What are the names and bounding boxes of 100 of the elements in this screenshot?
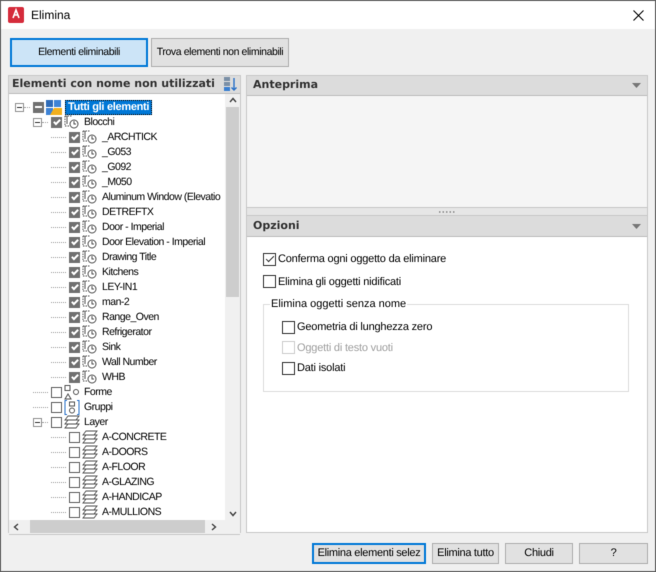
- scroll-right-icon[interactable]: [211, 522, 217, 530]
- tree-item[interactable]: Wall Number: [102, 356, 157, 368]
- tree-item[interactable]: A-HANDICAP: [102, 490, 162, 504]
- collapse-icon[interactable]: [632, 224, 641, 228]
- scroll-up-icon[interactable]: [228, 96, 236, 102]
- tree-item[interactable]: Kitchens: [102, 266, 138, 278]
- collapse-toggle[interactable]: [33, 418, 42, 426]
- tree-item[interactable]: man-2: [102, 296, 130, 308]
- tree-item[interactable]: A-DOORS: [102, 446, 148, 458]
- panel-title: Anteprima: [253, 77, 318, 94]
- block-icon: [82, 160, 98, 174]
- checkbox[interactable]: [69, 326, 80, 338]
- tree-item[interactable]: Tutti gli elementi: [65, 100, 152, 114]
- block-icon: [82, 310, 98, 324]
- tree-item[interactable]: Layer: [84, 416, 108, 428]
- checkbox[interactable]: [33, 102, 44, 112]
- checkbox[interactable]: [69, 266, 80, 278]
- splitter-handle[interactable]: [247, 208, 647, 216]
- tree-item[interactable]: Range_Oven: [102, 310, 159, 324]
- tree-item[interactable]: Sink: [102, 340, 120, 354]
- checkbox[interactable]: [69, 176, 80, 188]
- tree-item[interactable]: Blocchi: [84, 116, 114, 128]
- tree-item[interactable]: LEY-IN1: [102, 280, 138, 294]
- checkbox[interactable]: [69, 222, 80, 232]
- tree-item[interactable]: A-CONCRETE: [102, 430, 166, 444]
- checkbox[interactable]: [69, 462, 80, 472]
- dialog-button[interactable]: ?: [579, 543, 648, 564]
- horizontal-scrollbar[interactable]: [9, 520, 240, 534]
- checkbox[interactable]: [263, 252, 276, 266]
- checkbox[interactable]: [69, 296, 80, 308]
- checkbox[interactable]: [69, 372, 80, 382]
- scroll-thumb[interactable]: [226, 106, 239, 296]
- checkbox[interactable]: [69, 432, 80, 442]
- collapse-toggle[interactable]: [15, 102, 24, 112]
- tree-item[interactable]: WHB: [102, 370, 125, 384]
- tree-item[interactable]: DETREFTX: [102, 206, 154, 218]
- checkbox[interactable]: [282, 320, 295, 334]
- collapse-icon[interactable]: [632, 83, 641, 88]
- block-icon: [82, 220, 98, 234]
- checkbox[interactable]: [51, 386, 62, 398]
- layers-icon: [82, 430, 98, 444]
- tab-button[interactable]: Trova elementi non eliminabili: [151, 38, 289, 67]
- panel-header[interactable]: Anteprima: [247, 76, 647, 96]
- scroll-thumb[interactable]: [30, 520, 205, 533]
- checkbox[interactable]: [69, 492, 80, 502]
- checkbox[interactable]: [69, 206, 80, 218]
- layers-icon: [82, 505, 98, 519]
- tree-item[interactable]: Door - Imperial: [102, 220, 164, 234]
- option-label[interactable]: Dati isolati: [297, 360, 346, 376]
- checkbox[interactable]: [69, 342, 80, 352]
- checkbox[interactable]: [69, 446, 80, 458]
- checkbox[interactable]: [69, 252, 80, 262]
- scroll-left-icon[interactable]: [13, 522, 19, 530]
- checkbox[interactable]: [69, 146, 80, 158]
- close-icon[interactable]: [633, 10, 644, 20]
- block-icon: [82, 295, 98, 309]
- checkbox[interactable]: [69, 192, 80, 202]
- checkbox[interactable]: [263, 275, 276, 288]
- sort-icon[interactable]: [223, 76, 237, 92]
- checkbox[interactable]: [51, 416, 62, 428]
- checkbox[interactable]: [69, 312, 80, 322]
- tree-item[interactable]: A-FLOOR: [102, 460, 146, 474]
- option-label[interactable]: Elimina gli oggetti nidificati: [278, 274, 402, 290]
- tree-item[interactable]: Gruppi: [84, 400, 113, 414]
- dialog-button[interactable]: Elimina elementi selez: [312, 543, 426, 564]
- tab-button[interactable]: Elementi eliminabili: [10, 38, 148, 67]
- tree-item[interactable]: Drawing Title: [102, 250, 156, 264]
- vertical-scrollbar[interactable]: [225, 94, 240, 520]
- checkbox[interactable]: [69, 506, 80, 518]
- block-icon: [82, 235, 98, 249]
- tree-item[interactable]: _M050: [102, 176, 132, 188]
- checkbox[interactable]: [282, 362, 295, 375]
- dialog-button[interactable]: Chiudi: [505, 543, 573, 564]
- app-logo-icon: [8, 7, 24, 23]
- tree-item[interactable]: _G092: [102, 160, 132, 174]
- tree-item[interactable]: Door Elevation - Imperial: [102, 236, 206, 248]
- checkbox[interactable]: [69, 236, 80, 248]
- tree-item[interactable]: A-MULLIONS: [102, 506, 162, 518]
- dialog-button[interactable]: Elimina tutto: [432, 543, 499, 564]
- checkbox[interactable]: [69, 162, 80, 172]
- checkbox[interactable]: [69, 356, 80, 368]
- tree-item[interactable]: Aluminum Window (Elevatio: [102, 190, 220, 204]
- tree-item[interactable]: Refrigerator: [102, 326, 152, 338]
- panel-header[interactable]: Opzioni: [247, 216, 647, 237]
- tree-item[interactable]: Forme: [84, 386, 112, 398]
- collapse-toggle[interactable]: [33, 118, 42, 126]
- tree-item[interactable]: A-GLAZING: [102, 476, 154, 488]
- checkbox[interactable]: [51, 402, 62, 412]
- block-icon: [82, 130, 98, 144]
- checkbox[interactable]: [69, 476, 80, 488]
- block-icon: [82, 340, 98, 354]
- panel-title: Opzioni: [253, 218, 300, 234]
- scroll-down-icon[interactable]: [228, 510, 236, 516]
- checkbox[interactable]: [51, 116, 62, 128]
- option-label[interactable]: Conferma ogni oggetto da eliminare: [278, 251, 446, 268]
- checkbox[interactable]: [69, 132, 80, 142]
- option-label[interactable]: Geometria di lunghezza zero: [297, 319, 432, 336]
- checkbox[interactable]: [69, 282, 80, 292]
- tree-item[interactable]: _G053: [102, 146, 132, 158]
- tree-item[interactable]: _ARCHTICK: [102, 130, 158, 144]
